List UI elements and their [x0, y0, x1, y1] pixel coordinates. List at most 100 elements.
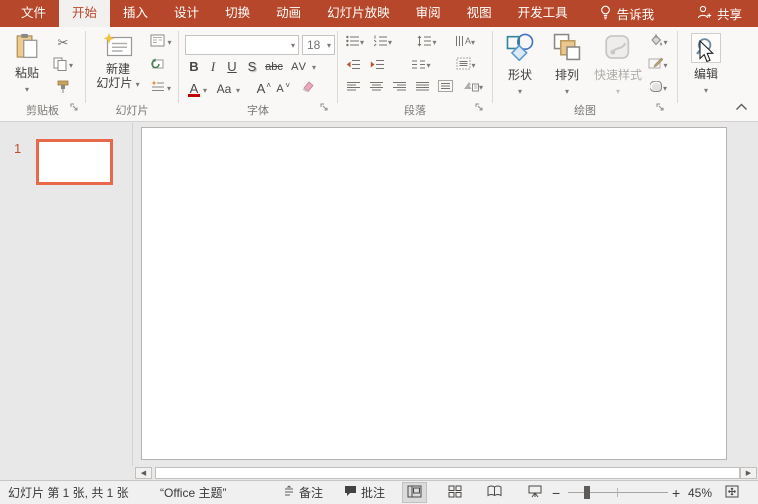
fit-slide-to-window-button[interactable] [719, 482, 744, 503]
underline-button[interactable]: U [223, 58, 241, 76]
format-painter-button[interactable] [52, 79, 74, 99]
character-spacing-button[interactable]: AV [288, 58, 310, 76]
columns-button[interactable] [406, 56, 436, 76]
zoom-level[interactable]: 45% [688, 481, 712, 504]
collapse-ribbon-button[interactable] [735, 98, 748, 116]
share-button[interactable]: 共享 [683, 0, 756, 27]
normal-view-button[interactable] [402, 482, 427, 503]
tab-developer[interactable]: 开发工具 [505, 0, 581, 27]
comments-button[interactable]: 批注 [344, 481, 385, 504]
reset-slide-button[interactable] [146, 56, 168, 76]
paragraph-dialog-launcher[interactable] [475, 99, 484, 117]
slide-thumbnail[interactable] [36, 139, 113, 185]
italic-button[interactable]: I [204, 58, 222, 76]
tab-slideshow[interactable]: 幻灯片放映 [314, 0, 403, 27]
decrease-indent-icon [346, 57, 361, 75]
arrange-button[interactable]: 排列 [545, 30, 589, 97]
eraser-icon [299, 80, 314, 98]
slide[interactable] [141, 127, 727, 460]
align-right-button[interactable] [388, 78, 410, 98]
change-case-dropdown-arrow-icon[interactable] [236, 87, 240, 95]
numbering-dropdown-arrow-icon [388, 39, 392, 47]
align-left-button[interactable] [342, 78, 364, 98]
shape-outline-button[interactable] [643, 56, 673, 76]
notes-icon [283, 485, 295, 500]
convert-to-smartart-button[interactable] [458, 78, 488, 98]
justify-button[interactable] [411, 78, 433, 98]
tab-file[interactable]: 文件 [8, 0, 59, 27]
quick-styles-icon [592, 33, 644, 64]
new-slide-button[interactable]: 新建 幻灯片 [92, 30, 144, 90]
tab-animations[interactable]: 动画 [263, 0, 314, 27]
tab-transitions[interactable]: 切换 [212, 0, 263, 27]
increase-indent-button[interactable] [366, 56, 388, 76]
shape-fill-button[interactable] [643, 33, 673, 53]
horizontal-scrollbar[interactable]: ◀ ▶ [134, 466, 758, 480]
section-button[interactable] [146, 79, 176, 99]
zoom-slider-track[interactable] [568, 492, 668, 493]
shape-outline-dropdown-arrow-icon [663, 62, 667, 70]
font-size-combobox[interactable]: 18 [302, 35, 335, 55]
group-drawing: 形状 排列 [493, 27, 677, 121]
tell-me-button[interactable]: 告诉我 [587, 0, 667, 27]
numbering-button[interactable] [370, 33, 396, 53]
reading-view-button[interactable] [482, 482, 507, 503]
tab-design[interactable]: 设计 [161, 0, 212, 27]
text-direction-button[interactable]: A [448, 33, 482, 53]
text-shadow-button[interactable]: S [243, 58, 261, 76]
shape-fill-dropdown-arrow-icon [663, 39, 667, 47]
tab-review[interactable]: 审阅 [403, 0, 454, 27]
align-center-button[interactable] [365, 78, 387, 98]
tab-insert[interactable]: 插入 [110, 0, 161, 27]
notes-button[interactable]: 备注 [283, 481, 323, 504]
line-spacing-button[interactable] [413, 33, 441, 53]
ribbon-tab-bar: 文件 开始 插入 设计 切换 动画 幻灯片放映 审阅 视图 开发工具 告诉我 共… [0, 0, 758, 27]
new-slide-dropdown-arrow-icon [136, 80, 140, 89]
person-plus-icon [697, 5, 712, 22]
font-color-dropdown-arrow-icon[interactable] [203, 87, 207, 95]
slides-group-label: 幻灯片 [86, 102, 178, 118]
quick-styles-dropdown-arrow-icon [616, 87, 620, 96]
zoom-out-button[interactable]: − [552, 481, 560, 504]
scissors-icon: ✂ [58, 35, 69, 51]
change-case-button[interactable]: Aa [213, 80, 235, 98]
drawing-dialog-launcher[interactable] [656, 99, 665, 117]
zoom-in-button[interactable]: + [672, 481, 680, 504]
tab-view[interactable]: 视图 [454, 0, 505, 27]
character-spacing-dropdown-arrow-icon[interactable] [312, 64, 316, 72]
increase-font-size-button[interactable]: A˄ [252, 80, 270, 98]
layout-button[interactable] [146, 33, 176, 53]
slide-sorter-view-button[interactable] [442, 482, 467, 503]
tab-home[interactable]: 开始 [59, 0, 110, 27]
strikethrough-button[interactable]: abc [262, 58, 286, 76]
section-dropdown-arrow-icon [167, 85, 171, 93]
align-text-button[interactable] [450, 56, 482, 76]
scroll-right-arrow[interactable]: ▶ [740, 467, 757, 479]
cut-button[interactable]: ✂ [52, 33, 74, 53]
font-color-button[interactable]: A [185, 80, 203, 98]
font-name-combobox[interactable] [185, 35, 299, 55]
section-icon [151, 80, 165, 98]
font-size-value: 18 [307, 38, 320, 52]
decrease-font-size-button[interactable]: A˅ [271, 80, 289, 98]
decrease-indent-button[interactable] [342, 56, 364, 76]
shapes-button[interactable]: 形状 [498, 30, 542, 97]
notes-label: 备注 [299, 484, 323, 501]
comment-icon [344, 485, 357, 500]
bullets-button[interactable] [342, 33, 368, 53]
scrollbar-thumb[interactable] [155, 467, 740, 479]
slideshow-icon [528, 485, 542, 501]
shape-effects-button[interactable] [643, 79, 673, 99]
clipboard-dialog-launcher[interactable] [70, 99, 79, 117]
bold-button[interactable]: B [185, 58, 203, 76]
distribute-text-button[interactable] [434, 78, 456, 98]
copy-button[interactable] [52, 56, 74, 76]
drawing-group-label: 绘图 [493, 102, 677, 118]
slideshow-view-button[interactable] [522, 482, 547, 503]
scroll-left-arrow[interactable]: ◀ [135, 467, 152, 479]
reading-view-icon [487, 485, 502, 500]
zoom-slider-thumb[interactable] [584, 486, 590, 499]
paste-button[interactable]: 粘贴 [6, 30, 48, 95]
clear-formatting-button[interactable] [295, 79, 317, 99]
font-dialog-launcher[interactable] [320, 99, 329, 117]
